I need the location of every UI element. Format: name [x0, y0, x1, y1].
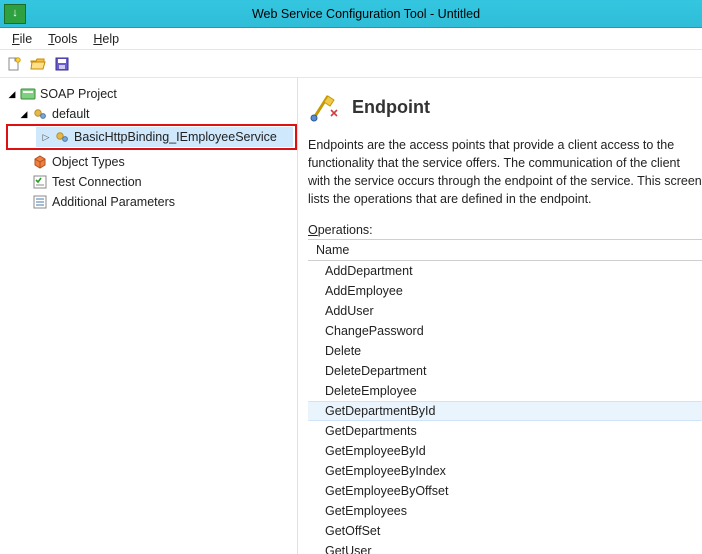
tree-node-binding[interactable]: ▷ BasicHttpBinding_IEmployeeService — [36, 127, 293, 147]
content-panel: Endpoint Endpoints are the access points… — [298, 78, 702, 554]
operations-label: Operations: — [308, 223, 702, 237]
list-icon — [32, 194, 48, 210]
tree-label: SOAP Project — [40, 87, 117, 101]
title-bar: ↓ Web Service Configuration Tool - Untit… — [0, 0, 702, 28]
document-sparkle-icon — [6, 56, 22, 72]
tree-node-default[interactable]: ◢ default — [6, 104, 297, 124]
cube-icon — [32, 154, 48, 170]
operation-row[interactable]: GetUser — [308, 541, 702, 554]
folder-open-icon — [30, 56, 46, 72]
expander-icon[interactable]: ◢ — [18, 108, 30, 120]
menu-file[interactable]: File — [4, 30, 40, 48]
operation-row[interactable]: Delete — [308, 341, 702, 361]
spacer — [18, 176, 30, 188]
tree-node-object-types[interactable]: Object Types — [6, 152, 297, 172]
operation-row[interactable]: GetEmployeeById — [308, 441, 702, 461]
menu-help[interactable]: Help — [85, 30, 127, 48]
gears-icon — [54, 129, 70, 145]
app-icon: ↓ — [4, 4, 26, 24]
expander-icon[interactable]: ▷ — [40, 131, 52, 143]
tree-node-additional-parameters[interactable]: Additional Parameters — [6, 192, 297, 212]
operation-row[interactable]: GetDepartments — [308, 421, 702, 441]
gears-icon — [32, 106, 48, 122]
operation-row[interactable]: AddEmployee — [308, 281, 702, 301]
window-title: Web Service Configuration Tool - Untitle… — [30, 7, 702, 21]
operation-row[interactable]: DeleteDepartment — [308, 361, 702, 381]
tree-node-binding-highlight: ▷ BasicHttpBinding_IEmployeeService — [6, 124, 297, 150]
operations-grid[interactable]: Name AddDepartmentAddEmployeeAddUserChan… — [308, 239, 702, 554]
spacer — [18, 156, 30, 168]
tree-label: Additional Parameters — [52, 195, 175, 209]
operation-row[interactable]: GetDepartmentById — [308, 401, 702, 421]
operation-row[interactable]: DeleteEmployee — [308, 381, 702, 401]
menu-bar: File Tools Help — [0, 28, 702, 50]
tree-node-test-connection[interactable]: Test Connection — [6, 172, 297, 192]
expander-icon[interactable]: ◢ — [6, 88, 18, 100]
spacer — [18, 196, 30, 208]
save-button[interactable] — [52, 54, 72, 74]
operation-row[interactable]: AddUser — [308, 301, 702, 321]
operation-row[interactable]: AddDepartment — [308, 261, 702, 281]
tree-node-soap-project[interactable]: ◢ SOAP Project — [6, 84, 297, 104]
tree-label: Test Connection — [52, 175, 142, 189]
navigation-tree[interactable]: ◢ SOAP Project ◢ default ▷ BasicHttpBind… — [0, 78, 298, 554]
tree-label: default — [52, 107, 90, 121]
checklist-icon — [32, 174, 48, 190]
new-button[interactable] — [4, 54, 24, 74]
endpoint-heading: Endpoint — [352, 97, 430, 118]
open-button[interactable] — [28, 54, 48, 74]
operation-row[interactable]: ChangePassword — [308, 321, 702, 341]
floppy-disk-icon — [54, 56, 70, 72]
endpoint-description: Endpoints are the access points that pro… — [308, 136, 702, 209]
toolbar — [0, 50, 702, 78]
grid-header-name[interactable]: Name — [308, 240, 702, 261]
tree-label: BasicHttpBinding_IEmployeeService — [74, 130, 277, 144]
operation-row[interactable]: GetEmployees — [308, 501, 702, 521]
menu-tools[interactable]: Tools — [40, 30, 85, 48]
operation-row[interactable]: GetEmployeeByIndex — [308, 461, 702, 481]
tree-label: Object Types — [52, 155, 125, 169]
project-icon — [20, 86, 36, 102]
endpoint-icon — [308, 90, 342, 124]
operation-row[interactable]: GetEmployeeByOffset — [308, 481, 702, 501]
operation-row[interactable]: GetOffSet — [308, 521, 702, 541]
